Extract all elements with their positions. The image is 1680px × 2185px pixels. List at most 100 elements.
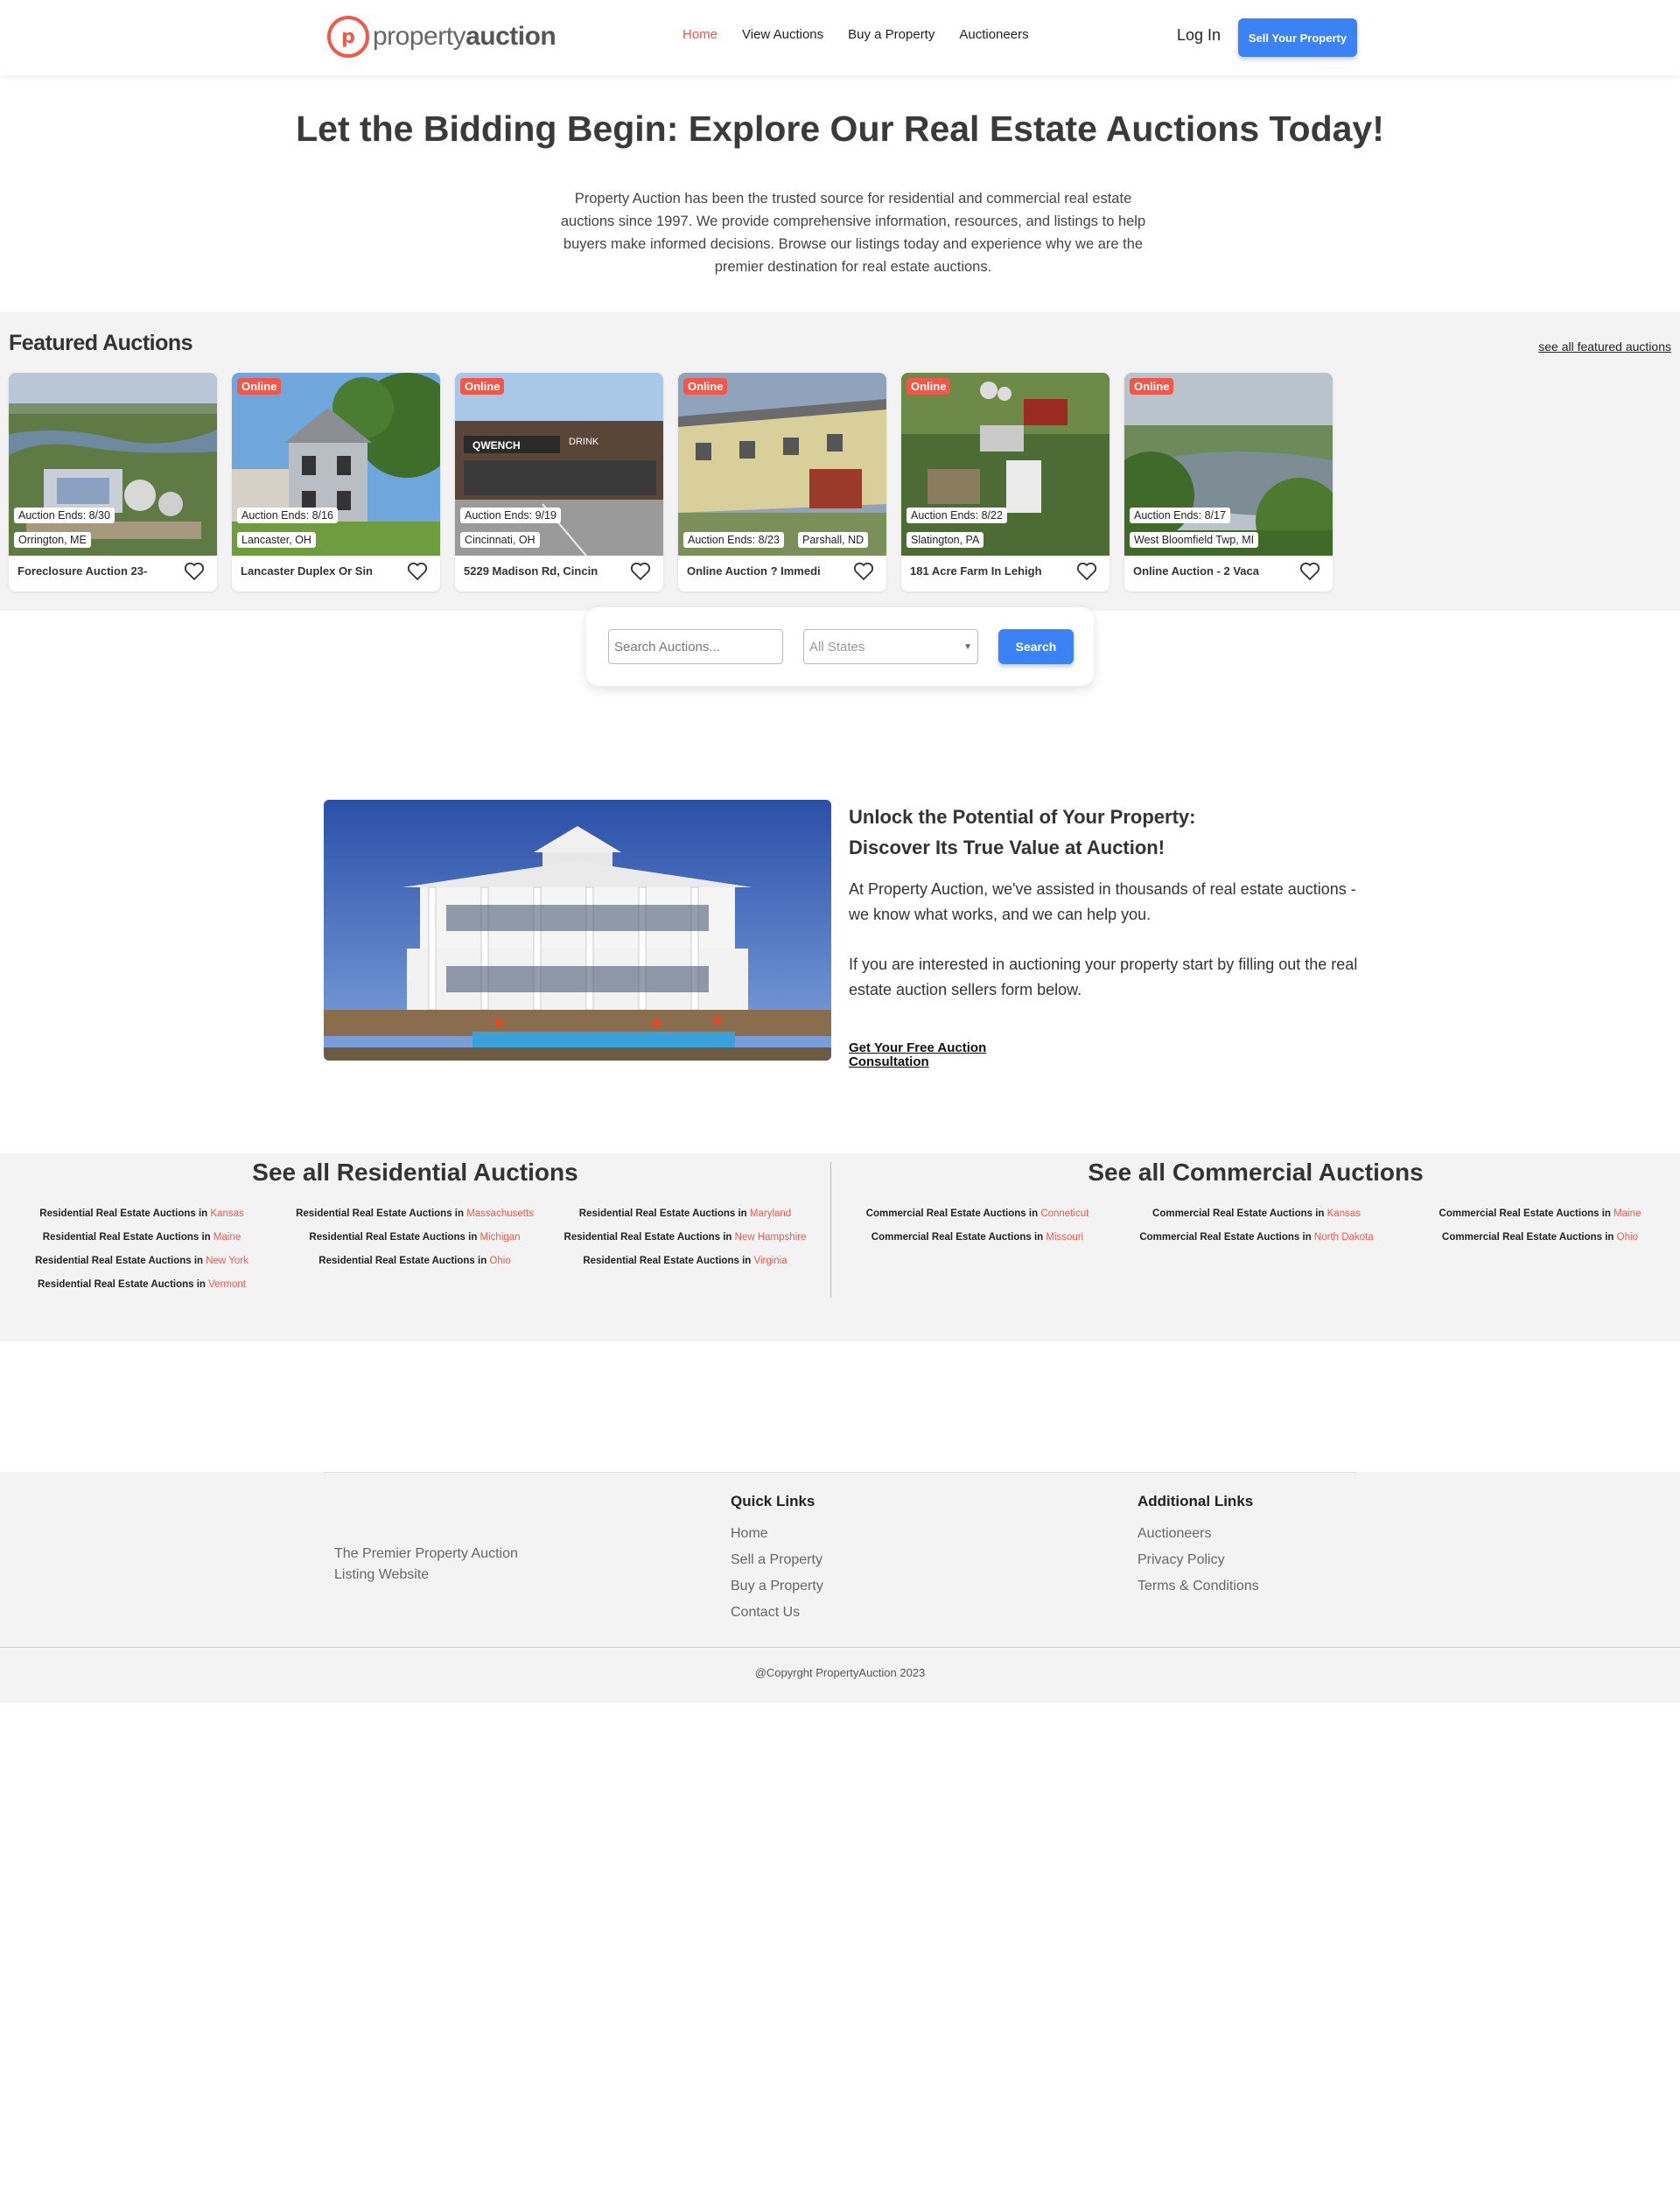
state-auction-link[interactable]: Commercial Real Estate Auctions in Ohio [1442,1232,1638,1243]
auction-end-date: Auction Ends: 8/16 [237,508,338,523]
footer-divider [0,1647,1680,1648]
quick-links-title: Quick Links [731,1493,816,1509]
auction-card[interactable]: Auction Ends: 8/30 Orrington, ME Foreclo… [9,373,217,592]
state-auction-link[interactable]: Commercial Real Estate Auctions in North… [1139,1232,1373,1243]
auction-photo: Online Auction Ends: 8/16 Lancaster, OH [232,373,440,556]
state-auction-link[interactable]: Commercial Real Estate Auctions in Misso… [872,1232,1083,1243]
auction-end-date: Auction Ends: 8/30 [14,508,115,523]
footer-link-buy[interactable]: Buy a Property [731,1573,823,1600]
footer-link-home[interactable]: Home [731,1521,823,1547]
site-footer: The Premier Property Auction Listing Web… [0,1472,1680,1703]
state-auction-link[interactable]: Residential Real Estate Auctions in Verm… [38,1279,246,1290]
auction-card[interactable]: QWENCH DRINK Online Auction Ends: 9/19 C… [455,373,663,592]
auction-photo: Online Auction Ends: 8/17 West Bloomfiel… [1124,373,1333,556]
footer-link-auctioneers[interactable]: Auctioneers [1138,1521,1259,1547]
main-nav: Home View Auctions Buy a Property Auctio… [682,27,1029,42]
login-link[interactable]: Log In [1177,26,1221,45]
nav-home[interactable]: Home [682,27,718,42]
auction-title[interactable]: Lancaster Duplex Or Sin [241,564,373,578]
auction-title[interactable]: Online Auction ? Immedi [687,564,821,578]
state-auction-link[interactable]: Residential Real Estate Auctions in Mass… [296,1208,534,1219]
featured-title: Featured Auctions [9,331,193,355]
online-badge: Online [683,378,728,395]
auction-location: West Bloomfield Twp, MI [1130,532,1259,548]
state-auction-links: See all Residential Auctions See all Com… [0,1153,1680,1341]
auction-location: Lancaster, OH [237,532,316,548]
promo-house-photo [324,800,831,1061]
auction-card[interactable]: Online Auction Ends: 8/17 West Bloomfiel… [1124,373,1333,592]
footer-link-terms[interactable]: Terms & Conditions [1138,1573,1259,1600]
state-auction-link[interactable]: Residential Real Estate Auctions in Mary… [579,1208,791,1219]
quick-links: Quick Links Home Sell a Property Buy a P… [731,1493,823,1626]
nav-buy-property[interactable]: Buy a Property [848,27,934,42]
footer-tagline: The Premier Property Auction Listing Web… [334,1546,518,1582]
favorite-heart-icon[interactable] [1076,562,1097,581]
additional-links-title: Additional Links [1138,1493,1254,1509]
auction-card[interactable]: Online Auction Ends: 8/16 Lancaster, OH … [232,373,440,592]
state-select[interactable]: All States ▼ [803,629,978,664]
online-badge: Online [1130,378,1174,395]
auction-photo: Online Auction Ends: 8/23 Parshall, ND [678,373,886,556]
logo-text: propertyauction [373,22,556,51]
favorite-heart-icon[interactable] [1299,562,1320,581]
auction-location: Parshall, ND [798,532,869,548]
hero-description: Property Auction has been the trusted so… [560,191,1146,275]
auction-end-date: Auction Ends: 8/17 [1130,508,1230,523]
state-select-value: All States [809,639,865,655]
search-button[interactable]: Search [998,629,1074,664]
additional-links: Additional Links Auctioneers Privacy Pol… [1138,1493,1259,1600]
state-auction-link[interactable]: Commercial Real Estate Auctions in Conne… [866,1208,1089,1219]
auction-title[interactable]: 181 Acre Farm In Lehigh [910,564,1042,578]
auction-photo: QWENCH DRINK Online Auction Ends: 9/19 C… [455,373,663,556]
favorite-heart-icon[interactable] [407,562,428,581]
favorite-heart-icon[interactable] [630,562,651,581]
hero-title: Let the Bidding Begin: Explore Our Real … [296,109,1384,149]
favorite-heart-icon[interactable] [184,562,205,581]
site-header: p propertyauction Home View Auctions Buy… [0,0,1680,75]
auction-card[interactable]: Online Auction Ends: 8/23 Parshall, ND O… [678,373,886,592]
auction-title[interactable]: 5229 Madison Rd, Cincin [464,564,598,578]
state-auction-link[interactable]: Residential Real Estate Auctions in New … [564,1232,807,1243]
state-auction-link[interactable]: Commercial Real Estate Auctions in Maine [1439,1208,1642,1219]
chevron-down-icon: ▼ [963,641,972,652]
favorite-heart-icon[interactable] [853,562,874,581]
online-badge: Online [460,378,505,395]
state-auction-link[interactable]: Residential Real Estate Auctions in Ohio [318,1256,510,1266]
auction-photo: Auction Ends: 8/30 Orrington, ME [9,373,217,556]
search-input[interactable]: Search Auctions... [608,629,783,664]
svg-text:QWENCH: QWENCH [472,439,521,452]
featured-auctions: Featured Auctions see all featured aucti… [0,312,1680,611]
state-auction-link[interactable]: Residential Real Estate Auctions in Main… [43,1232,241,1243]
auction-title[interactable]: Online Auction - 2 Vaca [1133,564,1259,578]
auction-location: Slatington, PA [906,532,984,548]
footer-link-contact[interactable]: Contact Us [731,1600,823,1626]
auction-card[interactable]: Online Auction Ends: 8/22 Slatington, PA… [901,373,1110,592]
see-all-featured-link[interactable]: see all featured auctions [1538,340,1671,354]
state-auction-link[interactable]: Commercial Real Estate Auctions in Kansa… [1152,1208,1361,1219]
state-auction-link[interactable]: Residential Real Estate Auctions in Mich… [309,1232,520,1243]
sell-property-button[interactable]: Sell Your Property [1238,18,1357,57]
state-auction-link[interactable]: Residential Real Estate Auctions in Kans… [39,1208,243,1219]
nav-auctioneers[interactable]: Auctioneers [959,27,1028,42]
auction-location: Cincinnati, OH [460,532,540,548]
auction-end-date: Auction Ends: 8/22 [906,508,1007,523]
auction-title[interactable]: Foreclosure Auction 23- [18,564,147,578]
state-auction-link[interactable]: Residential Real Estate Auctions in New … [35,1256,248,1266]
auction-location: Orrington, ME [14,532,91,548]
free-consultation-link[interactable]: Get Your Free Auction Consultation [849,1041,1006,1069]
auction-end-date: Auction Ends: 9/19 [460,508,561,523]
residential-heading: See all Residential Auctions [252,1159,578,1186]
footer-divider [324,1472,1356,1473]
promo-title: Unlock the Potential of Your Property: D… [849,806,1196,858]
promo-paragraph: If you are interested in auctioning your… [849,956,1358,998]
site-logo[interactable]: p propertyauction [327,16,556,58]
auction-end-date: Auction Ends: 8/23 [683,532,784,548]
state-auction-link[interactable]: Residential Real Estate Auctions in Virg… [583,1256,787,1266]
footer-link-sell[interactable]: Sell a Property [731,1547,823,1573]
nav-view-auctions[interactable]: View Auctions [742,27,823,42]
logo-icon: p [327,16,369,58]
auction-photo: Online Auction Ends: 8/22 Slatington, PA [901,373,1110,556]
footer-link-privacy[interactable]: Privacy Policy [1138,1547,1259,1573]
promo-paragraph: At Property Auction, we've assisted in t… [849,880,1356,923]
online-badge: Online [237,378,282,395]
